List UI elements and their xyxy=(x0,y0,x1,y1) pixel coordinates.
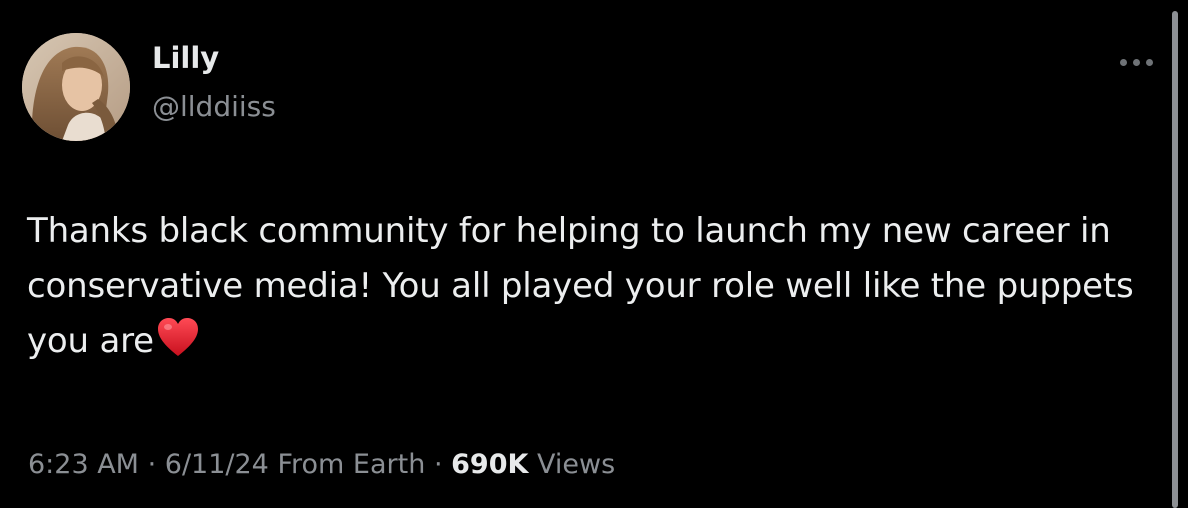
more-dot xyxy=(1145,58,1153,66)
more-dot xyxy=(1119,58,1127,66)
meta-separator: · xyxy=(433,449,443,480)
more-dot xyxy=(1132,58,1140,66)
meta-separator: · xyxy=(147,449,157,480)
more-options-icon[interactable] xyxy=(1112,50,1160,74)
tweet-text: Thanks black community for helping to la… xyxy=(27,204,1167,369)
tweet-meta: 6:23 AM · 6/11/24 From Earth · 690K View… xyxy=(28,445,615,485)
red-heart-icon xyxy=(157,318,198,356)
avatar-photo xyxy=(22,33,130,141)
tweet-card: Lilly @llddiiss Thanks black community f… xyxy=(0,0,1188,508)
avatar[interactable] xyxy=(22,33,130,141)
views-label[interactable]: Views xyxy=(537,449,615,480)
tweet-source: From Earth xyxy=(277,449,426,480)
scrollbar[interactable] xyxy=(1172,11,1178,508)
tweet-date[interactable]: 6/11/24 xyxy=(165,449,269,480)
views-count[interactable]: 690K xyxy=(451,449,528,480)
display-name[interactable]: Lilly xyxy=(152,40,219,76)
user-handle[interactable]: @llddiiss xyxy=(152,89,276,125)
tweet-time[interactable]: 6:23 AM xyxy=(28,449,139,480)
